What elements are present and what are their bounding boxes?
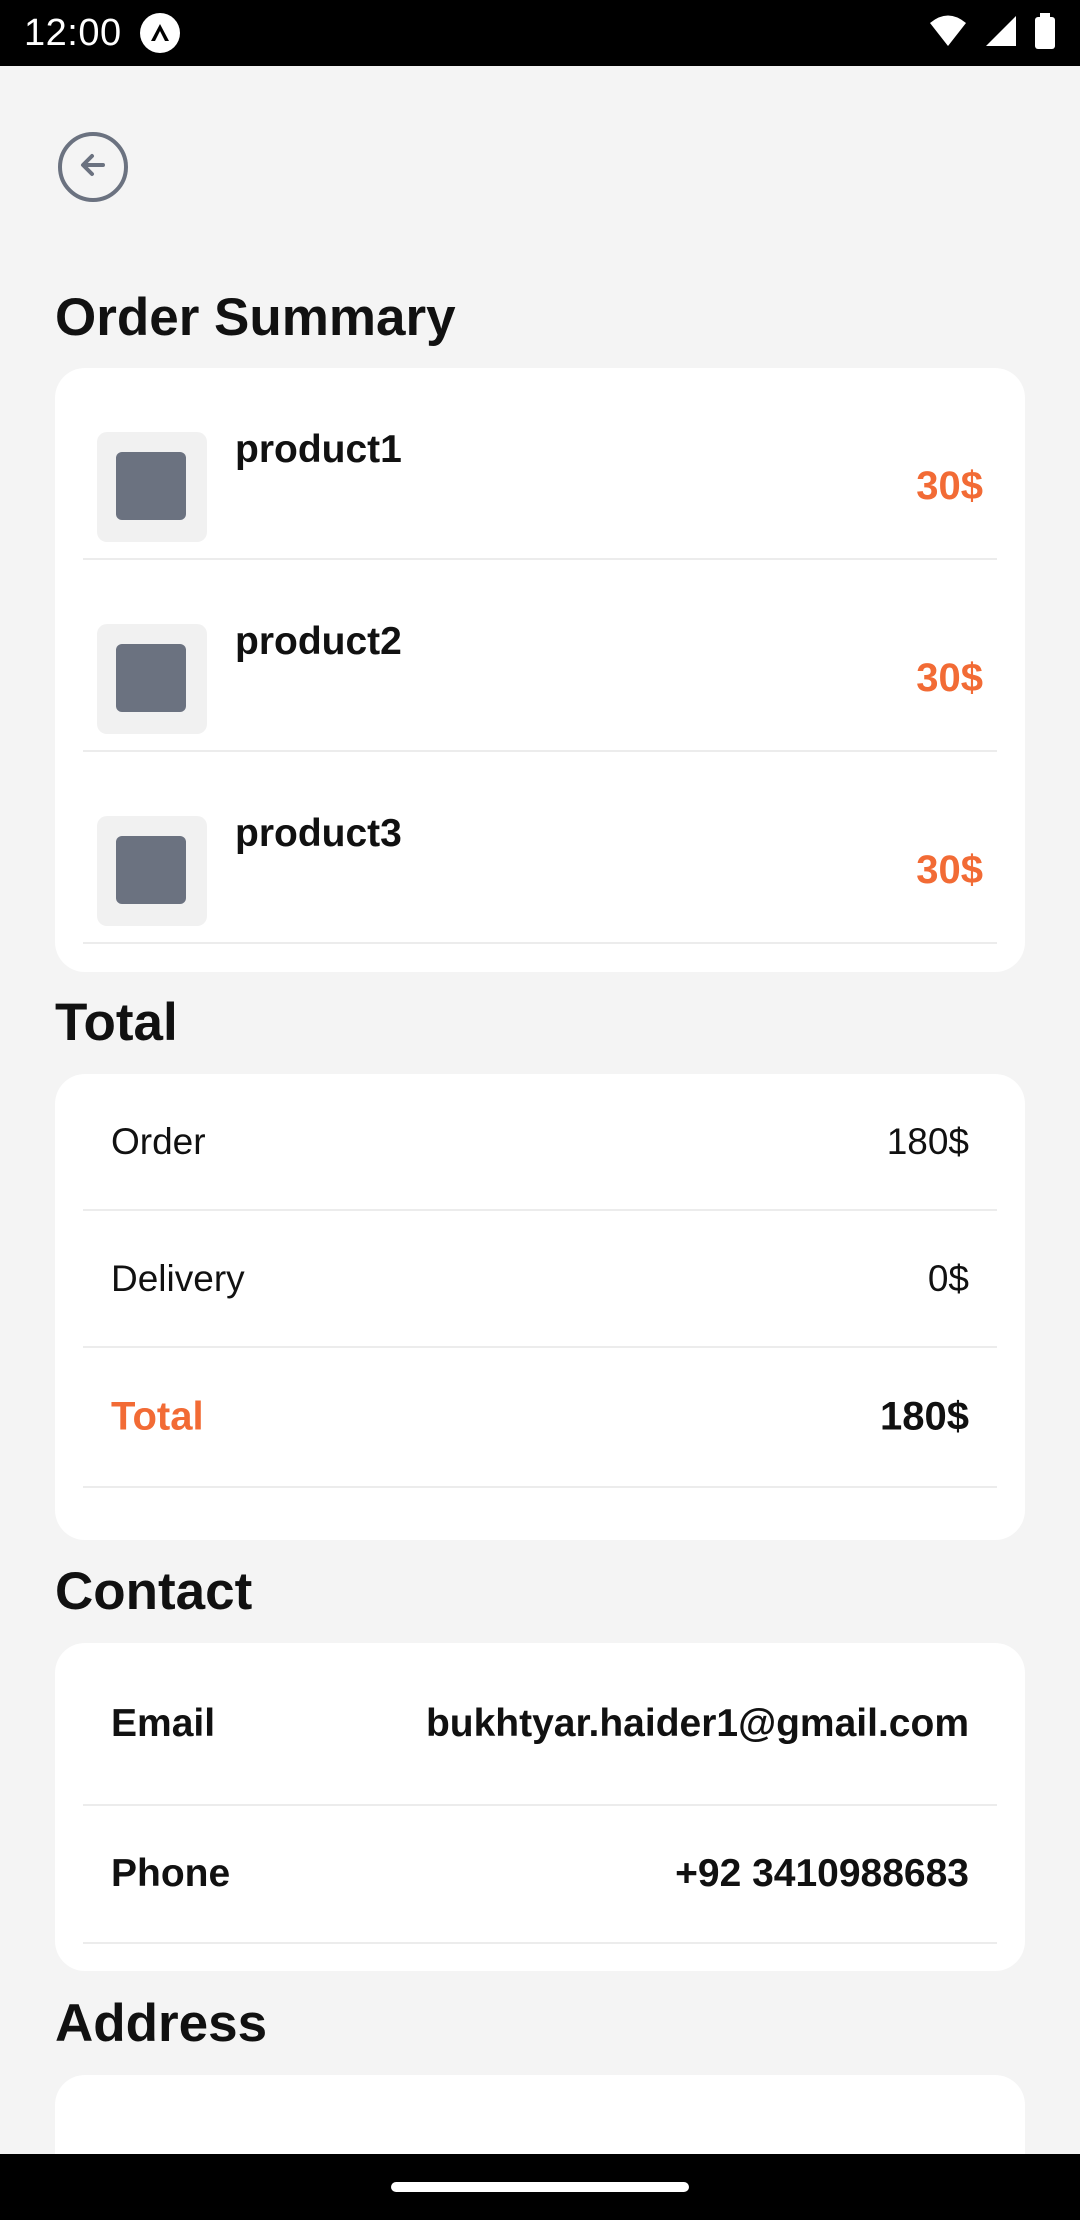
email-row: Email bukhtyar.haider1@gmail.com [83, 1643, 997, 1806]
order-value: 180$ [886, 1120, 969, 1162]
product-name: product1 [235, 428, 402, 471]
email-label: Email [111, 1701, 216, 1745]
status-bar: 12:00 [0, 0, 1080, 66]
product-price: 30$ [916, 656, 983, 700]
delivery-label: Delivery [111, 1257, 245, 1299]
total-label: Total [111, 1394, 204, 1439]
product-thumbnail [97, 816, 207, 926]
address-title: Address [55, 1994, 268, 2053]
status-icons [928, 12, 1056, 54]
delivery-row: Delivery 0$ [83, 1211, 997, 1348]
home-gesture-handle[interactable] [391, 2182, 689, 2192]
delivery-value: 0$ [927, 1257, 969, 1299]
product-name: product3 [235, 812, 402, 855]
phone-label: Phone [111, 1852, 231, 1895]
email-value[interactable]: bukhtyar.haider1@gmail.com [426, 1702, 969, 1746]
order-summary-title: Order Summary [55, 288, 456, 347]
system-navigation-bar [0, 2154, 1080, 2220]
contact-title: Contact [55, 1562, 253, 1621]
app-notification-icon [139, 13, 180, 53]
total-row: Total 180$ [83, 1348, 997, 1488]
product-thumbnail [97, 624, 207, 734]
total-card: Order 180$ Delivery 0$ Total 180$ [55, 1074, 1025, 1540]
product-price: 30$ [916, 848, 983, 892]
total-value: 180$ [880, 1394, 969, 1439]
wifi-icon [928, 14, 968, 53]
product-row[interactable]: product3 30$ [83, 752, 997, 944]
order-summary-card: product1 30$ product2 30$ product3 30$ [55, 368, 1025, 972]
image-placeholder-icon [116, 452, 186, 520]
order-row: Order 180$ [83, 1074, 997, 1211]
arrow-left-icon [75, 147, 111, 188]
phone-value[interactable]: +92 3410988683 [675, 1852, 969, 1896]
status-time: 12:00 [24, 11, 122, 54]
product-price: 30$ [916, 464, 983, 508]
product-row[interactable]: product1 30$ [83, 368, 997, 560]
contact-card: Email bukhtyar.haider1@gmail.com Phone +… [55, 1643, 1025, 1971]
signal-icon [984, 14, 1018, 53]
phone-row: Phone +92 3410988683 [83, 1806, 997, 1944]
product-thumbnail [97, 432, 207, 542]
product-name: product2 [235, 620, 402, 663]
battery-icon [1034, 12, 1056, 54]
back-button[interactable] [58, 132, 128, 202]
image-placeholder-icon [116, 644, 186, 712]
order-label: Order [111, 1120, 206, 1162]
total-title: Total [55, 993, 178, 1052]
product-row[interactable]: product2 30$ [83, 560, 997, 752]
image-placeholder-icon [116, 836, 186, 904]
